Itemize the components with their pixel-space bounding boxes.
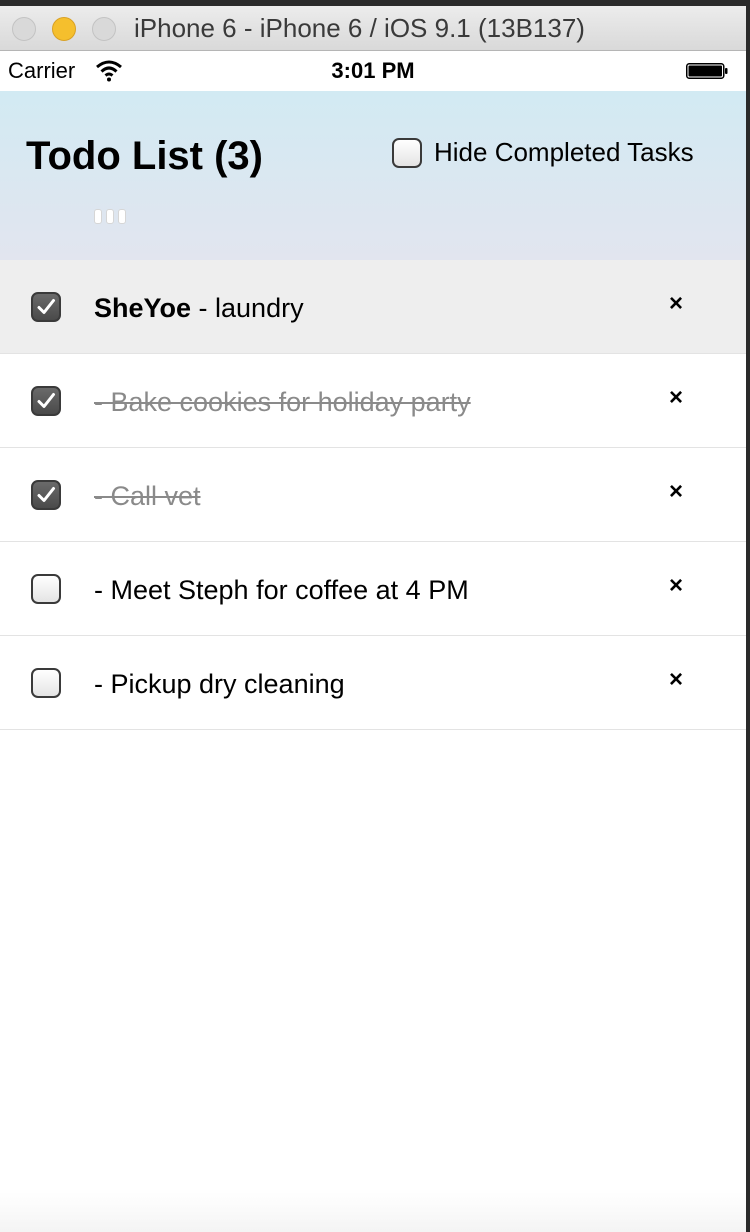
delete-task-button[interactable]: ×	[664, 384, 688, 412]
task-label: - Bake cookies for holiday party	[94, 387, 471, 417]
task-checkbox[interactable]	[31, 386, 61, 416]
task-label: - Meet Steph for coffee at 4 PM	[94, 575, 469, 605]
hide-completed-toggle[interactable]: Hide Completed Tasks	[392, 137, 694, 168]
hide-completed-label: Hide Completed Tasks	[434, 137, 694, 167]
hide-completed-checkbox[interactable]	[392, 137, 422, 168]
checkmark-icon	[37, 487, 55, 502]
task-label: - Call vet	[94, 481, 201, 511]
status-time: 3:01 PM	[331, 58, 415, 83]
task-label: - laundry	[191, 293, 304, 323]
delete-task-button[interactable]: ×	[664, 572, 688, 600]
task-label: - Pickup dry cleaning	[94, 669, 345, 699]
window-close-button[interactable]	[12, 17, 36, 41]
checkmark-icon	[37, 393, 55, 408]
task-row[interactable]: - Meet Steph for coffee at 4 PM ×	[0, 542, 746, 636]
task-checkbox[interactable]	[31, 574, 61, 604]
task-text: - Pickup dry cleaning	[94, 669, 345, 700]
task-row[interactable]: - Pickup dry cleaning ×	[0, 636, 746, 730]
task-list: SheYoe - laundry × - Bake cookies for holi…	[0, 260, 746, 730]
checkmark-icon	[37, 299, 55, 314]
battery-icon	[686, 63, 728, 79]
loading-indicator	[94, 209, 126, 224]
simulator-window: iPhone 6 - iPhone 6 / iOS 9.1 (13B137) C…	[0, 6, 746, 1232]
app-header: Todo List (3) Hide Completed Tasks	[0, 91, 746, 260]
task-text: - Call vet	[94, 481, 201, 512]
task-row[interactable]: - Call vet ×	[0, 448, 746, 542]
task-checkbox[interactable]	[31, 480, 61, 510]
task-text: - Bake cookies for holiday party	[94, 387, 471, 418]
bottom-fade	[0, 1192, 746, 1232]
page-title: Todo List (3)	[26, 134, 263, 178]
delete-task-button[interactable]: ×	[664, 666, 688, 694]
window-title: iPhone 6 - iPhone 6 / iOS 9.1 (13B137)	[134, 13, 585, 43]
task-checkbox[interactable]	[31, 292, 61, 322]
window-zoom-button[interactable]	[92, 17, 116, 41]
task-checkbox[interactable]	[31, 668, 61, 698]
delete-task-button[interactable]: ×	[664, 290, 688, 318]
task-text: SheYoe - laundry	[94, 293, 304, 324]
window-minimize-button[interactable]	[52, 17, 76, 41]
task-owner: SheYoe	[94, 293, 192, 323]
delete-task-button[interactable]: ×	[664, 478, 688, 506]
task-text: - Meet Steph for coffee at 4 PM	[94, 575, 469, 606]
ios-status-bar: Carrier 3:01 PM	[0, 51, 746, 91]
task-row[interactable]: SheYoe - laundry ×	[0, 260, 746, 354]
window-titlebar: iPhone 6 - iPhone 6 / iOS 9.1 (13B137)	[0, 6, 746, 51]
task-row[interactable]: - Bake cookies for holiday party ×	[0, 354, 746, 448]
